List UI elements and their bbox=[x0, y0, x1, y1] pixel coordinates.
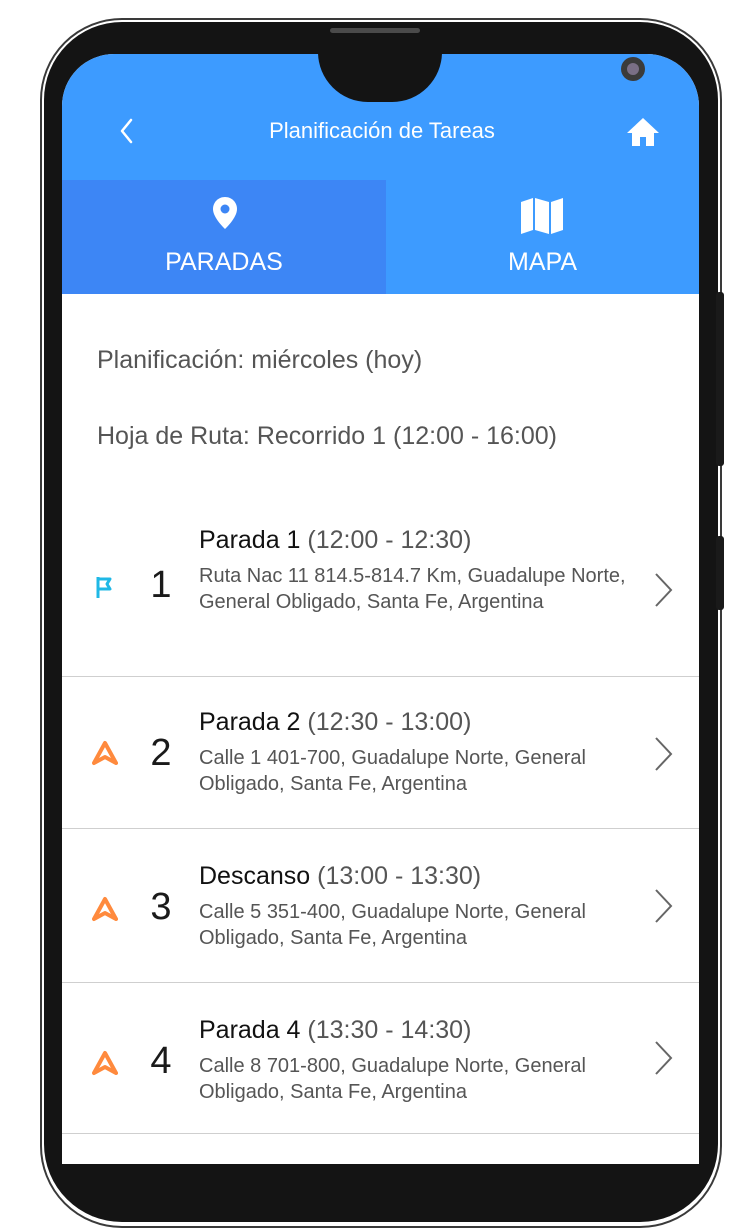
home-icon bbox=[627, 118, 659, 146]
power-button bbox=[716, 536, 724, 610]
stop-name: Descanso bbox=[199, 862, 311, 890]
chevron-right-icon bbox=[655, 573, 673, 607]
flag-icon bbox=[96, 577, 112, 598]
navigation-arrow-icon bbox=[92, 897, 118, 921]
stop-row[interactable]: 4 Parada 4 (13:30 - 14:30) Calle 8 701-8… bbox=[62, 982, 699, 1134]
route-info: Hoja de Ruta: Recorrido 1 (12:00 - 16:00… bbox=[97, 422, 557, 451]
page-title: Planificación de Tareas bbox=[269, 118, 495, 143]
front-camera bbox=[621, 57, 645, 81]
stop-title: Parada 2 (12:30 - 13:00) bbox=[199, 708, 471, 737]
stop-address: Calle 5 351-400, Guadalupe Norte, Genera… bbox=[199, 901, 586, 949]
stop-name: Parada 2 bbox=[199, 708, 301, 736]
stop-number: 1 bbox=[150, 564, 172, 606]
tab-bar: PARADAS MAPA bbox=[62, 180, 699, 294]
home-button[interactable] bbox=[625, 116, 661, 148]
back-button[interactable] bbox=[114, 116, 140, 146]
chevron-right-icon bbox=[655, 889, 673, 923]
tab-mapa-label: MAPA bbox=[508, 248, 577, 276]
app-header: Planificación de Tareas bbox=[62, 54, 699, 180]
tab-mapa[interactable]: MAPA bbox=[386, 180, 699, 294]
stop-number: 3 bbox=[150, 886, 172, 928]
plan-info: Planificación: miércoles (hoy) bbox=[97, 346, 422, 375]
stop-address: Calle 8 701-800, Guadalupe Norte, Genera… bbox=[199, 1055, 586, 1103]
stop-row[interactable]: 1 Parada 1 (12:00 - 12:30) Ruta Nac 11 8… bbox=[62, 494, 699, 677]
plan-value: miércoles (hoy) bbox=[251, 346, 423, 374]
stop-address: Ruta Nac 11 814.5-814.7 Km, Guadalupe No… bbox=[199, 565, 626, 613]
chevron-left-icon bbox=[120, 118, 133, 144]
volume-button bbox=[716, 292, 724, 466]
stop-title: Parada 4 (13:30 - 14:30) bbox=[199, 1016, 471, 1045]
stop-time: (12:00 - 12:30) bbox=[307, 526, 472, 554]
earpiece-speaker bbox=[330, 28, 420, 33]
stop-number: 4 bbox=[150, 1040, 172, 1082]
tab-paradas[interactable]: PARADAS bbox=[62, 180, 386, 294]
stop-name: Parada 4 bbox=[199, 1016, 301, 1044]
app-screen: Planificación de Tareas PARADAS MAPA Pla… bbox=[62, 54, 699, 1164]
location-pin-icon bbox=[213, 197, 237, 229]
stop-row[interactable]: 3 Descanso (13:00 - 13:30) Calle 5 351-4… bbox=[62, 828, 699, 983]
stop-title: Parada 1 (12:00 - 12:30) bbox=[199, 526, 471, 555]
stop-row[interactable]: 2 Parada 2 (12:30 - 13:00) Calle 1 401-7… bbox=[62, 676, 699, 829]
stop-time: (12:30 - 13:00) bbox=[307, 708, 472, 736]
chevron-right-icon bbox=[655, 737, 673, 771]
stop-time: (13:00 - 13:30) bbox=[317, 862, 482, 890]
stop-number: 2 bbox=[150, 732, 172, 774]
plan-label: Planificación: bbox=[97, 346, 245, 374]
stop-name: Parada 1 bbox=[199, 526, 301, 554]
route-label: Hoja de Ruta: bbox=[97, 422, 250, 450]
chevron-right-icon bbox=[655, 1041, 673, 1075]
tab-paradas-label: PARADAS bbox=[165, 248, 283, 276]
camera-notch bbox=[318, 54, 645, 102]
map-icon bbox=[521, 198, 563, 234]
navigation-arrow-icon bbox=[92, 1051, 118, 1075]
stop-address: Calle 1 401-700, Guadalupe Norte, Genera… bbox=[199, 747, 586, 795]
route-value: Recorrido 1 (12:00 - 16:00) bbox=[256, 422, 557, 450]
stop-title: Descanso (13:00 - 13:30) bbox=[199, 862, 481, 891]
stop-time: (13:30 - 14:30) bbox=[307, 1016, 472, 1044]
navigation-arrow-icon bbox=[92, 741, 118, 765]
